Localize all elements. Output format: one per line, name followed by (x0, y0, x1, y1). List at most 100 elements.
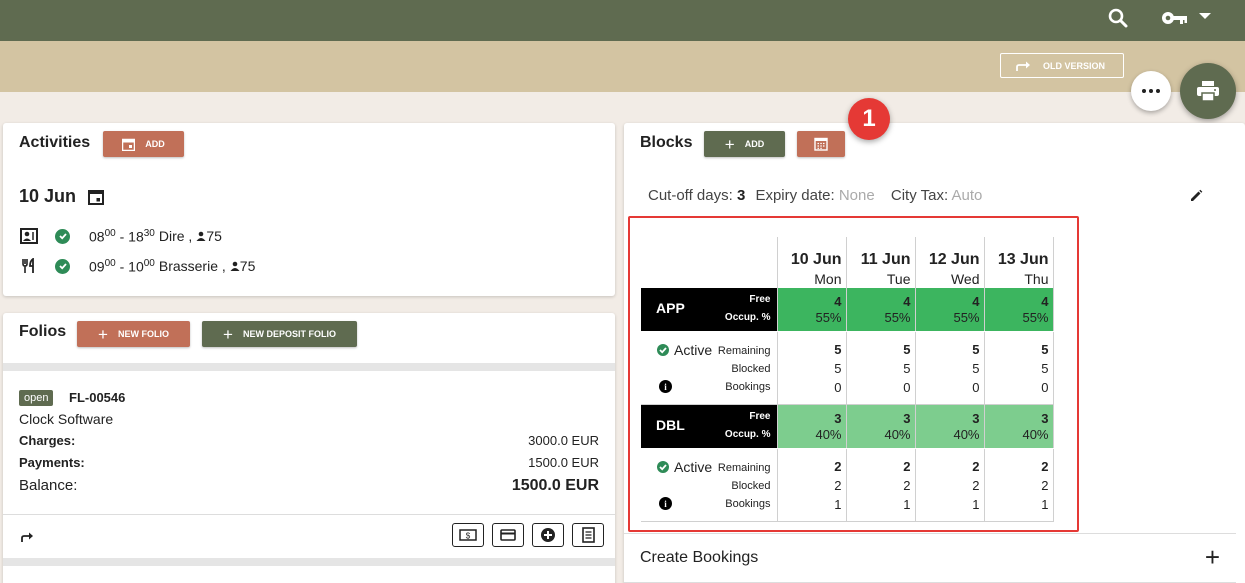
block-counts-cell[interactable]: 550 (915, 331, 985, 405)
restaurant-icon (19, 257, 39, 275)
blocked-label: Blocked (731, 480, 771, 492)
activity-time: 0800 - 1830 (89, 227, 155, 245)
room-code: DBL (656, 417, 685, 433)
activities-date-text: 10 Jun (19, 186, 77, 206)
sub-header-bar: OLD VERSION (0, 41, 1245, 92)
block-detail-row-dbl: Active i Remaining Blocked Bookings 221 … (641, 448, 1054, 522)
payments-label: Payments: (19, 455, 85, 470)
search-icon[interactable] (1106, 6, 1130, 30)
availability-cell[interactable]: 4 55% (984, 288, 1054, 332)
availability-cell[interactable]: 3 40% (915, 404, 985, 449)
chevron-down-icon[interactable] (1199, 13, 1211, 19)
block-calendar-button[interactable] (797, 131, 845, 157)
block-counts-cell[interactable]: 221 (777, 448, 847, 522)
availability-cell[interactable]: 4 55% (846, 288, 916, 332)
block-info-row: Cut-off days: 3 Expiry date: None City T… (648, 187, 982, 204)
folios-title: Folios (19, 323, 67, 340)
balance-value: 1500.0 EUR (511, 477, 599, 494)
blocks-grid: 10 Jun Mon 11 Jun Tue 12 Jun Wed 13 Jun Thu … (641, 237, 1054, 522)
occupancy-label: Occup. % (724, 429, 771, 440)
payments-value: 1500.0 EUR (528, 455, 599, 470)
check-circle-icon (657, 344, 669, 356)
activities-date: 10 Jun (19, 186, 105, 207)
status-badge: open (19, 390, 54, 406)
cash-payment-button[interactable]: $ (452, 523, 484, 547)
create-bookings-label: Create Bookings (640, 549, 759, 566)
activity-persons: 75 (206, 228, 222, 244)
day-header-row: 10 Jun Mon 11 Jun Tue 12 Jun Wed 13 Jun Thu (641, 237, 1054, 288)
day-header: 11 Jun Tue (846, 237, 916, 288)
old-version-button[interactable]: OLD VERSION (1000, 53, 1124, 78)
add-activity-label: ADD (145, 139, 165, 149)
expiry-value: None (838, 187, 875, 204)
new-deposit-folio-label: NEW DEPOSIT FOLIO (242, 329, 336, 339)
invoice-button[interactable] (572, 523, 604, 547)
folios-card: Folios + NEW FOLIO + NEW DEPOSIT FOLIO o… (3, 313, 615, 583)
add-activity-button[interactable]: ADD (103, 131, 184, 157)
calendar-icon[interactable] (88, 189, 105, 205)
block-counts-cell[interactable]: 550 (846, 331, 916, 405)
cutoff-label: Cut-off days: (648, 187, 733, 204)
plus-icon: + (223, 324, 233, 344)
card-payment-button[interactable] (492, 523, 524, 547)
activities-card: Activities ADD 10 Jun 0800 - 1830 Dire ,… (3, 123, 615, 296)
new-folio-button[interactable]: + NEW FOLIO (77, 321, 190, 347)
redo-arrow-icon (1016, 61, 1030, 71)
activities-title: Activities (19, 134, 91, 151)
block-counts-cell[interactable]: 221 (915, 448, 985, 522)
block-counts-cell[interactable]: 550 (984, 331, 1054, 405)
add-block-button[interactable]: + ADD (704, 131, 785, 157)
charges-label: Charges: (19, 433, 76, 448)
block-status: Active (657, 459, 712, 475)
remaining-label: Remaining (717, 462, 771, 474)
citytax-value: Auto (951, 187, 983, 204)
activity-row[interactable]: 0900 - 1000 Brasserie , 75 (19, 257, 255, 275)
divider (3, 363, 615, 371)
folio-actions: $ (452, 523, 604, 547)
step-number-badge: 1 (848, 98, 890, 140)
block-counts-cell[interactable]: 221 (984, 448, 1054, 522)
blocks-title: Blocks (640, 134, 693, 151)
bookings-label: Bookings (725, 498, 771, 510)
new-deposit-folio-button[interactable]: + NEW DEPOSIT FOLIO (202, 321, 357, 347)
key-icon[interactable] (1160, 6, 1190, 30)
printer-icon (1197, 81, 1219, 102)
availability-cell[interactable]: 3 40% (846, 404, 916, 449)
block-counts-cell[interactable]: 550 (777, 331, 847, 405)
add-charge-button[interactable] (532, 523, 564, 547)
new-folio-label: NEW FOLIO (117, 329, 169, 339)
cutoff-value: 3 (736, 187, 746, 204)
print-button[interactable] (1180, 63, 1236, 119)
day-header: 12 Jun Wed (915, 237, 985, 288)
top-app-bar (0, 0, 1245, 41)
activity-persons: 75 (239, 258, 256, 274)
room-code: APP (656, 300, 685, 316)
folio-company: Clock Software (19, 411, 114, 427)
free-label: Free (749, 411, 771, 422)
room-row-dbl: DBL Free Occup. % 3 40% 3 40% 3 40% 3 40% (641, 404, 1054, 449)
plus-icon[interactable]: + (1205, 542, 1220, 573)
activity-row[interactable]: 0800 - 1830 Dire , 75 (19, 227, 222, 245)
info-icon[interactable]: i (659, 380, 672, 393)
info-icon[interactable]: i (659, 497, 672, 510)
folio-number[interactable]: FL-00546 (69, 390, 125, 405)
citytax-label: City Tax: (890, 187, 949, 204)
edit-icon[interactable] (1189, 189, 1203, 203)
calendar-icon (122, 138, 136, 151)
plus-icon: + (724, 134, 735, 154)
block-status: Active (657, 342, 712, 358)
status-text: Active (674, 459, 713, 475)
check-circle-icon (55, 258, 70, 274)
availability-cell[interactable]: 4 55% (915, 288, 985, 332)
availability-cell[interactable]: 3 40% (777, 404, 847, 449)
block-counts-cell[interactable]: 221 (846, 448, 916, 522)
more-options-button[interactable] (1131, 71, 1171, 111)
redo-arrow-icon[interactable] (20, 531, 34, 543)
cash-icon: $ (459, 529, 477, 541)
create-bookings-row[interactable]: Create Bookings + (624, 533, 1236, 583)
person-icon (230, 258, 240, 274)
availability-cell[interactable]: 4 55% (777, 288, 847, 332)
availability-cell[interactable]: 3 40% (984, 404, 1054, 449)
more-horizontal-icon (1142, 89, 1160, 93)
activity-name: Brasserie , (158, 258, 226, 274)
